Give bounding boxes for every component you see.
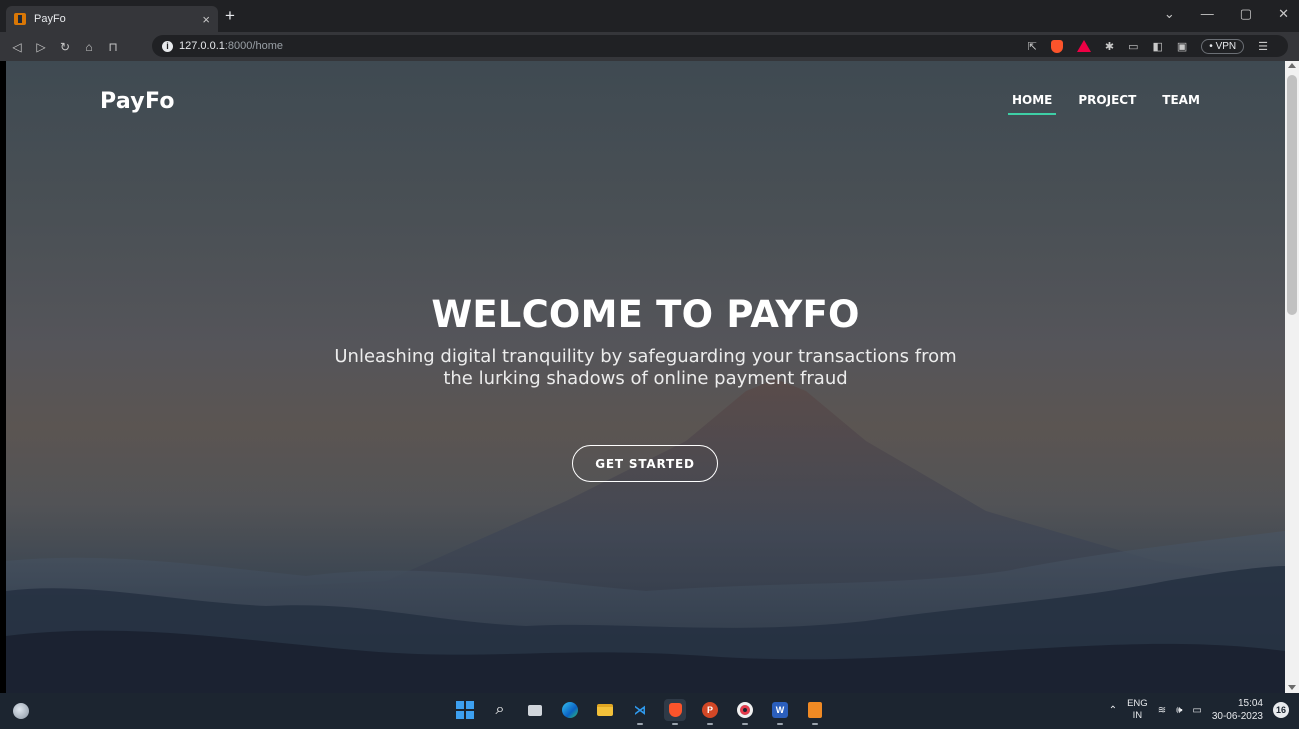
new-tab-button[interactable]: + bbox=[225, 7, 235, 24]
extension-icons: ⇱ ✱ ▭ ◧ ▣ • VPN ☰ bbox=[1028, 35, 1268, 57]
window-controls: ⌄ — ▢ ✕ bbox=[1164, 6, 1289, 22]
reload-icon[interactable]: ↻ bbox=[54, 40, 76, 54]
site-info-icon[interactable]: i bbox=[162, 40, 173, 52]
volume-icon[interactable]: 🕪 bbox=[1176, 705, 1182, 716]
lang-code: ENG bbox=[1127, 698, 1148, 709]
browser-toolbar: ◁ ▷ ↻ ⌂ ⊓ i 127.0.0.1:8000/home ⇱ ✱ ▭ ◧ … bbox=[0, 32, 1299, 61]
start-icon[interactable] bbox=[454, 699, 476, 721]
wallet-icon[interactable]: ▣ bbox=[1177, 40, 1187, 53]
clock-time: 15:04 bbox=[1237, 698, 1263, 709]
scroll-thumb[interactable] bbox=[1287, 75, 1297, 315]
powerpoint-icon[interactable]: P bbox=[699, 699, 721, 725]
back-icon[interactable]: ◁ bbox=[6, 40, 28, 54]
chevron-up-icon[interactable]: ⌃ bbox=[1109, 705, 1117, 716]
home-icon[interactable]: ⌂ bbox=[78, 40, 100, 54]
file-explorer-icon[interactable] bbox=[594, 699, 616, 721]
search-icon[interactable]: ⌕ bbox=[489, 699, 511, 721]
address-host: 127.0.0.1 bbox=[179, 40, 225, 52]
cast-icon[interactable]: ▭ bbox=[1128, 40, 1138, 53]
menu-icon[interactable]: ☰ bbox=[1258, 40, 1268, 53]
scroll-up-icon[interactable] bbox=[1288, 63, 1296, 68]
lang-region: IN bbox=[1132, 710, 1143, 721]
maximize-icon[interactable]: ▢ bbox=[1240, 6, 1252, 22]
hero-subtitle-line-1: Unleashing digital tranquility by safegu… bbox=[334, 346, 957, 367]
page-viewport: PayFo HOME PROJECT TEAM WELCOME TO PAYFO… bbox=[6, 61, 1285, 693]
sublime-icon[interactable] bbox=[804, 699, 826, 725]
wifi-icon[interactable]: ≋ bbox=[1158, 705, 1166, 716]
task-view-icon[interactable] bbox=[524, 699, 546, 721]
taskbar-pinned-apps: ⌕ ⋊ P W bbox=[454, 699, 826, 725]
brave-shields-icon[interactable] bbox=[1050, 39, 1063, 53]
nav-team-link[interactable]: TEAM bbox=[1162, 93, 1200, 115]
vpn-label: VPN bbox=[1215, 40, 1237, 52]
extensions-icon[interactable]: ✱ bbox=[1105, 40, 1114, 53]
edge-icon[interactable] bbox=[559, 699, 581, 721]
tab-close-icon[interactable]: × bbox=[202, 12, 210, 27]
tab-search-icon[interactable]: ⌄ bbox=[1164, 6, 1175, 22]
page-scrollbar[interactable] bbox=[1285, 61, 1299, 693]
forward-icon[interactable]: ▷ bbox=[30, 40, 52, 54]
nav-home-link[interactable]: HOME bbox=[1007, 93, 1057, 115]
site-brand-logo[interactable]: PayFo bbox=[100, 89, 175, 114]
share-icon[interactable]: ⇱ bbox=[1028, 40, 1037, 53]
get-started-button[interactable]: GET STARTED bbox=[572, 445, 718, 482]
site-nav: HOME PROJECT TEAM bbox=[1007, 93, 1200, 115]
brave-icon[interactable] bbox=[664, 699, 686, 725]
language-indicator[interactable]: ENG IN bbox=[1127, 698, 1148, 722]
address-path: :8000/home bbox=[224, 40, 283, 52]
sidebar-icon[interactable]: ◧ bbox=[1152, 40, 1162, 53]
browser-tab-bar: PayFo × + ⌄ — ▢ ✕ bbox=[0, 0, 1299, 32]
system-tray: ⌃ ENG IN ≋ 🕪 ▭ 15:04 30-06-2023 16 bbox=[1109, 697, 1289, 723]
hero-title: WELCOME TO PAYFO bbox=[431, 293, 860, 336]
weather-icon[interactable] bbox=[13, 703, 29, 719]
vscode-icon[interactable]: ⋊ bbox=[629, 699, 651, 725]
vpn-button[interactable]: • VPN bbox=[1201, 38, 1245, 54]
windows-taskbar: ⌕ ⋊ P W ⌃ ENG IN ≋ 🕪 ▭ 15:04 30-06-2023 … bbox=[0, 693, 1299, 729]
brave-rewards-icon[interactable] bbox=[1076, 40, 1091, 52]
tab-title: PayFo bbox=[34, 13, 66, 25]
opera-icon[interactable] bbox=[734, 699, 756, 725]
scroll-down-icon[interactable] bbox=[1288, 685, 1296, 690]
notification-badge[interactable]: 16 bbox=[1273, 702, 1289, 718]
word-icon[interactable]: W bbox=[769, 699, 791, 725]
close-window-icon[interactable]: ✕ bbox=[1278, 6, 1289, 22]
bookmark-icon[interactable]: ⊓ bbox=[102, 40, 124, 54]
clock-date: 30-06-2023 bbox=[1211, 711, 1263, 722]
site-favicon-icon bbox=[14, 13, 26, 25]
hero-subtitle: Unleashing digital tranquility by safegu… bbox=[276, 346, 1015, 390]
clock[interactable]: 15:04 30-06-2023 bbox=[1212, 697, 1263, 723]
address-bar[interactable]: i 127.0.0.1:8000/home ⇱ ✱ ▭ ◧ ▣ • VPN ☰ bbox=[152, 35, 1288, 57]
nav-project-link[interactable]: PROJECT bbox=[1078, 93, 1136, 115]
minimize-icon[interactable]: — bbox=[1201, 6, 1214, 22]
tab-payfo[interactable]: PayFo × bbox=[6, 6, 218, 32]
hero-subtitle-line-2: the lurking shadows of online payment fr… bbox=[443, 368, 848, 389]
battery-icon[interactable]: ▭ bbox=[1192, 705, 1201, 716]
